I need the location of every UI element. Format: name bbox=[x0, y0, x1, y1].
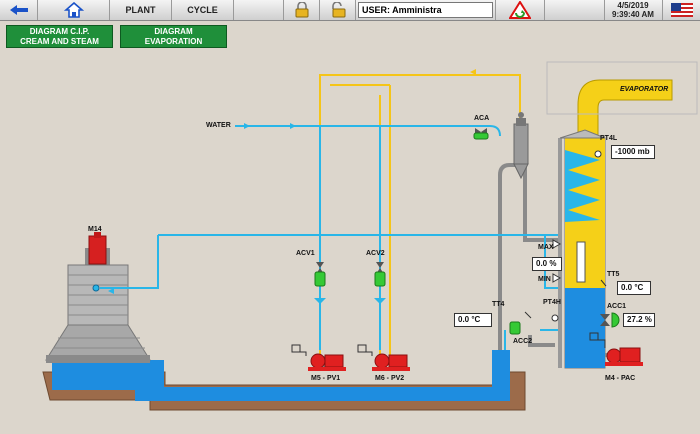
acc1-value: 27.2 % bbox=[623, 313, 655, 327]
padlock-closed-icon bbox=[295, 2, 308, 18]
us-flag-icon bbox=[670, 3, 693, 17]
level-value: 0.0 % bbox=[532, 257, 562, 271]
lock-button[interactable] bbox=[284, 0, 320, 20]
time-label: 9:39:40 AM bbox=[612, 10, 654, 19]
cycle-button[interactable]: CYCLE bbox=[172, 0, 234, 20]
spacer-2 bbox=[545, 0, 605, 20]
m6-label: M6 - PV2 bbox=[375, 375, 405, 382]
basin-water bbox=[52, 360, 164, 390]
m14-label: M14 bbox=[88, 226, 102, 233]
arrow-left-icon bbox=[9, 5, 28, 15]
alarm-button[interactable] bbox=[495, 0, 545, 20]
m4-label: M4 - PAC bbox=[605, 375, 636, 382]
plant-button[interactable]: PLANT bbox=[110, 0, 172, 20]
datetime: 4/5/2019 9:39:40 AM bbox=[608, 1, 658, 19]
unlock-button[interactable] bbox=[320, 0, 356, 20]
m5-label: M5 - PV1 bbox=[311, 375, 341, 382]
process-diagram bbox=[0, 61, 700, 434]
max-label: MAX bbox=[538, 244, 554, 251]
padlock-open-icon bbox=[331, 2, 345, 18]
back-button[interactable] bbox=[0, 0, 38, 20]
cycle-label: CYCLE bbox=[187, 5, 218, 15]
return-pipe-water bbox=[135, 387, 510, 401]
min-label: MIN bbox=[538, 276, 551, 283]
water-label: WATER bbox=[206, 122, 231, 129]
tt5-label: TT5 bbox=[607, 271, 620, 278]
valve-acv2 bbox=[374, 262, 386, 287]
top-toolbar: PLANT CYCLE USER: Amministra 4/5/2019 9:… bbox=[0, 0, 700, 21]
evaporator-column bbox=[546, 61, 698, 369]
home-icon bbox=[63, 2, 84, 18]
pt4l-label: PT4L bbox=[600, 135, 618, 142]
home-button[interactable] bbox=[38, 0, 110, 20]
user-field: USER: Amministra bbox=[358, 2, 493, 18]
tt4-value: 0.0 °C bbox=[454, 313, 492, 327]
acc1-label: ACC1 bbox=[607, 303, 627, 310]
valve-acc2 bbox=[509, 321, 521, 335]
separator bbox=[513, 112, 529, 180]
acc2-label: ACC2 bbox=[513, 338, 533, 345]
tt5-value: 0.0 °C bbox=[617, 281, 651, 295]
valve-aca bbox=[473, 128, 489, 140]
pt4h-label: PT4H bbox=[543, 299, 561, 306]
tt4-label: TT4 bbox=[492, 301, 505, 308]
evaporator-label: EVAPORATOR bbox=[620, 86, 669, 93]
aca-label: ACA bbox=[474, 115, 490, 122]
valve-acv1 bbox=[314, 262, 326, 287]
date-label: 4/5/2019 bbox=[617, 1, 649, 10]
plant-label: PLANT bbox=[125, 5, 156, 15]
cooling-tower bbox=[45, 232, 151, 363]
language-button[interactable] bbox=[662, 0, 700, 20]
acv2-label: ACV2 bbox=[366, 250, 385, 257]
pump-m6 bbox=[357, 344, 410, 371]
spacer bbox=[234, 0, 284, 20]
acv1-label: ACV1 bbox=[296, 250, 315, 257]
pt4l-value: -1000 mb bbox=[611, 145, 655, 159]
warning-triangle-icon bbox=[509, 1, 531, 19]
